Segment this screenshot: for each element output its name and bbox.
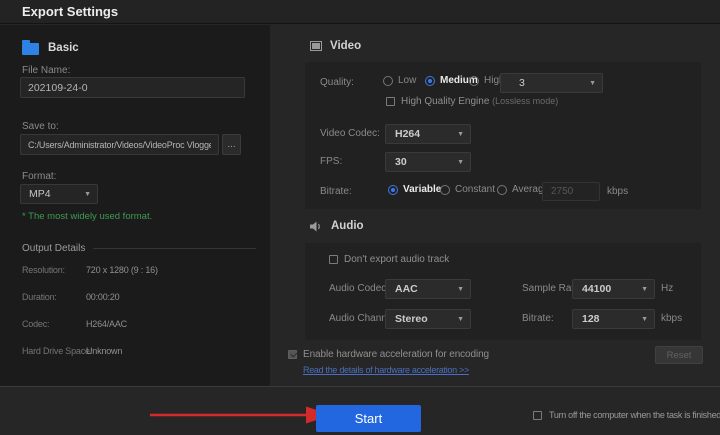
chevron-down-icon: ▼	[641, 285, 648, 293]
chevron-down-icon: ▼	[457, 315, 464, 323]
audio-bitrate-label: Bitrate:	[522, 313, 554, 324]
chevron-down-icon: ▼	[457, 158, 464, 166]
chevron-down-icon: ▼	[84, 190, 91, 198]
chevron-down-icon: ▼	[589, 79, 596, 87]
audio-bitrate-select[interactable]: 128 ▼	[572, 309, 655, 329]
bitrate-radio-constant[interactable]: Constant	[440, 184, 495, 195]
page-title: Export Settings	[22, 4, 119, 19]
browse-button[interactable]: ...	[222, 134, 241, 155]
radio-icon	[497, 184, 507, 195]
audio-codec-select[interactable]: AAC ▼	[385, 279, 471, 299]
video-codec-select[interactable]: H264 ▼	[385, 124, 471, 144]
hw-accel-details-link[interactable]: Read the details of hardware acceleratio…	[303, 365, 469, 375]
quality-level-value: 3	[519, 77, 525, 89]
export-settings-dialog: Export Settings Basic File Name: Save to…	[0, 0, 720, 435]
fps-select[interactable]: 30 ▼	[385, 152, 471, 172]
basic-header-label: Basic	[48, 41, 79, 54]
red-arrow-annotation	[150, 406, 332, 424]
output-detail-row-duration: Duration: 00:00:20	[22, 292, 120, 302]
chevron-down-icon: ▼	[641, 315, 648, 323]
audio-icon	[310, 221, 320, 231]
video-section-header: Video	[310, 40, 361, 52]
fps-label: FPS:	[320, 156, 343, 167]
audio-bitrate-value: 128	[582, 313, 600, 325]
title-bar: Export Settings	[0, 0, 720, 24]
format-select[interactable]: MP4 ▼	[20, 184, 98, 204]
save-to-input[interactable]	[20, 134, 219, 155]
video-header-label: Video	[330, 40, 362, 52]
output-detail-row-codec: Codec: H264/AAC	[22, 319, 127, 329]
video-codec-label: Video Codec:	[320, 128, 380, 139]
checkbox-icon	[386, 97, 395, 106]
format-note: * The most widely used format.	[22, 211, 153, 222]
video-group-panel: Quality: Low Medium High 3 ▼ High Qualit…	[305, 62, 701, 209]
save-to-label: Save to:	[22, 121, 59, 132]
video-bitrate-label: Bitrate:	[320, 186, 352, 197]
sample-rate-unit: Hz	[661, 283, 674, 294]
chevron-down-icon: ▼	[457, 285, 464, 293]
reset-button[interactable]: Reset	[655, 346, 703, 364]
format-value: MP4	[29, 188, 51, 200]
audio-header-label: Audio	[331, 220, 364, 232]
basic-section-header: Basic	[22, 40, 79, 55]
radio-icon	[388, 184, 398, 195]
bitrate-radio-variable[interactable]: Variable	[388, 184, 441, 195]
output-detail-row-resolution: Resolution: 720 x 1280 (9 : 16)	[22, 265, 158, 275]
sample-rate-value: 44100	[582, 283, 612, 295]
quality-radio-low[interactable]: Low	[383, 75, 416, 86]
radio-icon	[383, 75, 393, 86]
hq-engine-note: (Lossless mode)	[492, 96, 559, 106]
hq-engine-checkbox[interactable]: High Quality Engine (Lossless mode)	[386, 96, 558, 107]
hw-accel-checkbox[interactable]: Enable hardware acceleration for encodin…	[288, 349, 489, 360]
output-detail-row-hdd: Hard Drive Space: Unknown	[22, 346, 123, 356]
file-name-label: File Name:	[22, 65, 71, 76]
video-bitrate-input: 2750	[542, 182, 600, 201]
fps-value: 30	[395, 156, 407, 168]
start-button[interactable]: Start	[316, 405, 421, 432]
video-codec-value: H264	[395, 128, 421, 140]
settings-panel: Video Quality: Low Medium High 3 ▼ High …	[270, 25, 720, 386]
folder-icon	[22, 40, 39, 55]
audio-group-panel: Don't export audio track Audio Codec: AA…	[305, 243, 701, 340]
shutdown-checkbox[interactable]: Turn off the computer when the task is f…	[533, 410, 720, 420]
quality-level-select[interactable]: 3 ▼	[500, 73, 603, 93]
audio-codec-value: AAC	[395, 283, 418, 295]
checkbox-icon	[329, 255, 338, 264]
footer-bar: Start Turn off the computer when the tas…	[0, 386, 720, 435]
radio-icon	[425, 75, 435, 86]
sample-rate-select[interactable]: 44100 ▼	[572, 279, 655, 299]
audio-bitrate-unit: kbps	[661, 313, 683, 324]
video-icon	[310, 41, 322, 51]
file-name-input[interactable]	[20, 77, 245, 98]
quality-label: Quality:	[320, 77, 354, 88]
basic-panel: Basic File Name: Save to: ... Format: MP…	[0, 25, 270, 386]
no-audio-checkbox[interactable]: Don't export audio track	[329, 254, 449, 265]
checkbox-icon	[533, 410, 542, 420]
chevron-down-icon: ▼	[457, 130, 464, 138]
format-label: Format:	[22, 171, 57, 182]
audio-section-header: Audio	[310, 220, 364, 232]
output-details-header: Output Details	[22, 243, 256, 254]
radio-icon	[469, 75, 479, 86]
radio-icon	[440, 184, 450, 195]
audio-codec-label: Audio Codec:	[329, 283, 390, 294]
divider	[93, 248, 256, 249]
audio-channel-select[interactable]: Stereo ▼	[385, 309, 471, 329]
checkbox-icon	[288, 350, 297, 359]
video-bitrate-unit: kbps	[607, 186, 629, 197]
audio-channel-value: Stereo	[395, 313, 428, 325]
